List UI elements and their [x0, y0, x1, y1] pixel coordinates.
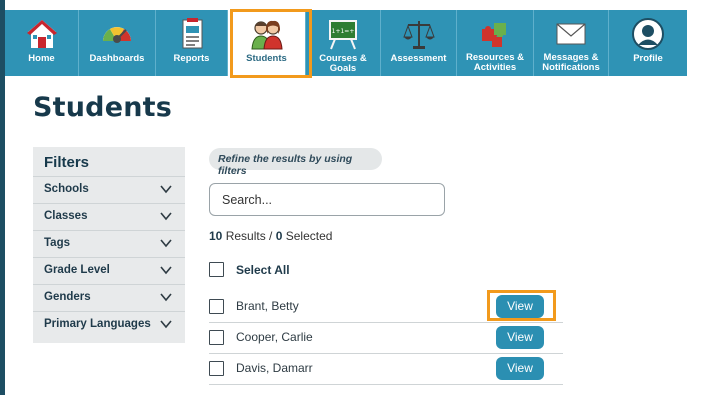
- student-checkbox[interactable]: [209, 330, 224, 345]
- search-input[interactable]: [209, 183, 445, 216]
- student-row: Cooper, Carlie View: [209, 323, 563, 354]
- chevron-down-icon: [160, 266, 172, 275]
- filter-label: Tags: [44, 237, 70, 249]
- filter-label: Grade Level: [44, 264, 110, 276]
- view-button[interactable]: View: [496, 357, 544, 380]
- nav-label-messages-notifications: Messages & Notifications: [542, 52, 600, 73]
- nav-item-home[interactable]: Home: [5, 10, 79, 76]
- scales-icon: [402, 21, 435, 49]
- envelope-icon: [556, 23, 586, 45]
- student-name: Cooper, Carlie: [236, 330, 313, 344]
- svg-text:1+1=+: 1+1=+: [332, 28, 355, 35]
- nav-item-dashboards[interactable]: Dashboards: [79, 10, 156, 76]
- filters-title: Filters: [44, 154, 90, 171]
- nav-label-assessment: Assessment: [390, 53, 447, 64]
- filters-panel: Filters Schools Classes Tags Grade Level…: [33, 147, 185, 343]
- filter-label: Primary Languages: [44, 318, 151, 330]
- nav-item-courses-goals[interactable]: 1+1=+ Courses & Goals: [306, 10, 381, 76]
- nav-label-courses-goals: Courses & Goals: [319, 53, 367, 74]
- profile-icon: [632, 18, 664, 50]
- student-checkbox[interactable]: [209, 361, 224, 376]
- nav-item-profile[interactable]: Profile: [609, 10, 687, 76]
- nav-label-reports: Reports: [173, 53, 210, 64]
- results-summary: 10 Results / 0 Selected: [209, 229, 332, 243]
- filter-label: Schools: [44, 183, 89, 195]
- filter-genders[interactable]: Genders: [33, 284, 185, 311]
- nav-item-reports[interactable]: Reports: [156, 10, 228, 76]
- filter-label: Genders: [44, 291, 91, 303]
- nav-item-messages-notifications[interactable]: Messages & Notifications: [534, 10, 609, 76]
- filter-label: Classes: [44, 210, 88, 222]
- nav-label-profile: Profile: [633, 53, 663, 64]
- chevron-down-icon: [160, 212, 172, 221]
- page-title: Students: [33, 92, 173, 123]
- chevron-down-icon: [160, 293, 172, 302]
- filter-tags[interactable]: Tags: [33, 230, 185, 257]
- selected-label: Selected: [282, 229, 333, 243]
- chevron-down-icon: [160, 320, 172, 329]
- results-count: 10: [209, 229, 223, 243]
- filter-classes[interactable]: Classes: [33, 203, 185, 230]
- nav-item-resources-activities[interactable]: Resources & Activities: [457, 10, 534, 76]
- student-name: Davis, Damarr: [236, 361, 313, 375]
- results-label: Results /: [222, 229, 276, 243]
- select-all-checkbox[interactable]: [209, 262, 224, 277]
- student-name: Brant, Betty: [236, 299, 299, 313]
- student-row: Davis, Damarr View: [209, 354, 563, 385]
- nav-label-resources-activities: Resources & Activities: [465, 52, 525, 73]
- nav-label-dashboards: Dashboards: [89, 53, 145, 64]
- filter-schools[interactable]: Schools: [33, 176, 185, 203]
- gauge-icon: [103, 27, 131, 43]
- house-icon: [26, 20, 57, 48]
- students-tab-highlight: [230, 9, 312, 78]
- chevron-down-icon: [160, 185, 172, 194]
- filter-primary-languages[interactable]: Primary Languages: [33, 311, 185, 338]
- top-navigation: Home Dashboards Reports Students 1+1=+ C…: [5, 10, 687, 76]
- select-all-label: Select All: [236, 262, 290, 277]
- chalkboard-icon: 1+1=+: [329, 20, 357, 50]
- select-all-row: Select All: [209, 262, 290, 277]
- refine-hint-badge: Refine the results by using filters: [209, 148, 382, 177]
- view-button[interactable]: View: [496, 326, 544, 349]
- puzzle-icon: [482, 23, 506, 47]
- chevron-down-icon: [160, 239, 172, 248]
- report-icon: [182, 18, 202, 49]
- view-button-highlight: [487, 290, 556, 321]
- nav-item-assessment[interactable]: Assessment: [381, 10, 457, 76]
- filter-grade-level[interactable]: Grade Level: [33, 257, 185, 284]
- nav-label-home: Home: [28, 53, 55, 64]
- student-checkbox[interactable]: [209, 299, 224, 314]
